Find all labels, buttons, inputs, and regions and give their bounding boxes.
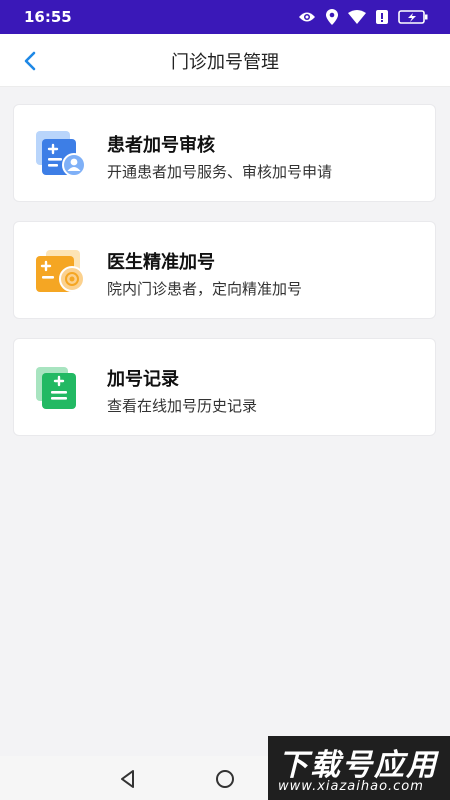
nav-bar: 门诊加号管理 bbox=[0, 34, 450, 87]
records-icon bbox=[36, 367, 76, 409]
card-title: 加号记录 bbox=[107, 369, 179, 390]
card-title: 患者加号审核 bbox=[107, 135, 215, 156]
location-icon bbox=[326, 9, 338, 25]
page-title: 门诊加号管理 bbox=[171, 52, 279, 73]
patient-review-icon bbox=[36, 131, 86, 177]
card-subtitle: 开通患者加号服务、审核加号申请 bbox=[107, 163, 333, 181]
card-doctor-precise[interactable]: 医生精准加号 院内门诊患者，定向精准加号 bbox=[13, 221, 436, 319]
watermark: 下载号应用 www.xiazaihao.com bbox=[268, 736, 450, 800]
status-bar: 16:55 bbox=[0, 0, 450, 34]
status-time: 16:55 bbox=[24, 8, 72, 26]
card-title: 医生精准加号 bbox=[107, 252, 215, 273]
card-records[interactable]: 加号记录 查看在线加号历史记录 bbox=[13, 338, 436, 436]
doctor-precise-icon bbox=[36, 250, 85, 292]
card-subtitle: 院内门诊患者，定向精准加号 bbox=[107, 280, 303, 298]
card-subtitle: 查看在线加号历史记录 bbox=[107, 397, 258, 415]
wifi-icon bbox=[348, 10, 366, 24]
card-patient-review[interactable]: 患者加号审核 开通患者加号服务、审核加号申请 bbox=[13, 104, 436, 202]
back-triangle-icon[interactable] bbox=[117, 768, 139, 790]
home-circle-icon[interactable] bbox=[214, 768, 236, 790]
alert-icon bbox=[376, 10, 388, 24]
watermark-logo: 下载号应用 bbox=[278, 748, 438, 783]
watermark-url: www.xiazaihao.com bbox=[278, 779, 424, 794]
eye-icon bbox=[299, 12, 315, 22]
status-icons bbox=[298, 9, 428, 25]
battery-icon bbox=[398, 10, 428, 24]
